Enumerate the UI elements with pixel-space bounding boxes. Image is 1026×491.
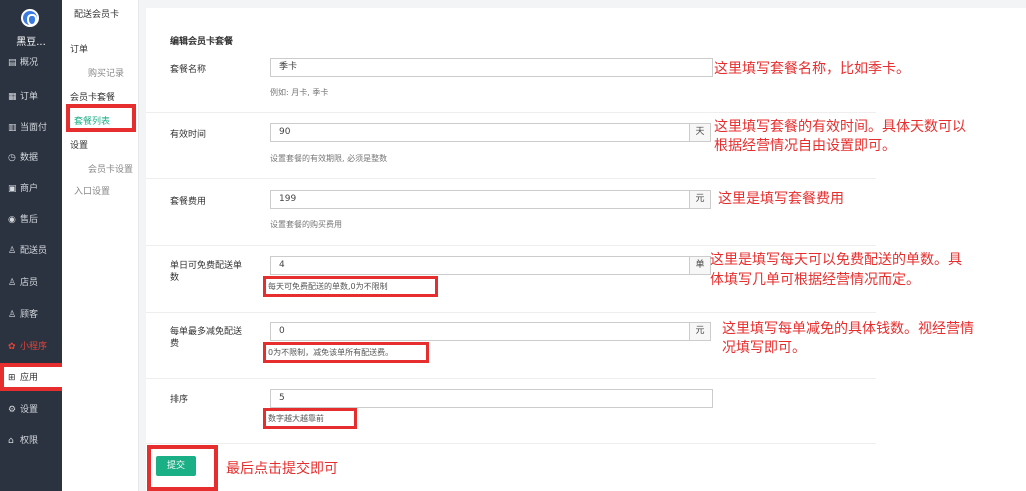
annotation-duration-2: 根据经营情况自由设置即可。 [714, 138, 896, 154]
fee-label: 套餐费用 [170, 197, 207, 207]
permission-icon: ⌂ [8, 436, 14, 446]
highlight-apps [0, 363, 67, 391]
divider [146, 112, 876, 113]
sub-link-card-settings[interactable]: 会员卡设置 [88, 162, 133, 175]
annotation-submit: 最后点击提交即可 [226, 461, 338, 477]
clerk-icon: ♙ [8, 278, 17, 288]
nav-item-customer[interactable]: ♙ 顾客 [0, 304, 62, 326]
courier-icon: ♙ [8, 246, 17, 256]
plan-name-hint: 例如: 月卡, 季卡 [270, 88, 329, 97]
data-icon: ◷ [8, 153, 16, 163]
divider [146, 312, 876, 313]
nav-item-permission[interactable]: ⌂ 权限 [0, 430, 62, 452]
max-discount-label: 每单最多减免配送费 [170, 327, 243, 349]
sort-input[interactable]: 5 [270, 389, 713, 408]
merchant-icon: ▣ [8, 184, 17, 194]
mini-program-icon: ✿ [8, 342, 16, 352]
nav-item-aftersale[interactable]: ◉ 售后 [0, 209, 62, 231]
max-discount-hint: 0为不限制，减免该单所有配送费。 [263, 342, 429, 363]
name-label: 套餐名称 [170, 65, 207, 75]
sub-link-entry-settings[interactable]: 入口设置 [74, 184, 110, 197]
highlight-submit [147, 445, 218, 491]
free-orders-input[interactable]: 4 [270, 256, 690, 275]
plan-name-input[interactable]: 季卡 [270, 58, 713, 77]
max-discount-input[interactable]: 0 [270, 322, 690, 341]
highlight-plan-list [66, 104, 136, 132]
duration-unit: 天 [689, 123, 711, 142]
brand-name: 黑豆... [16, 37, 46, 48]
fee-hint: 设置套餐的购买费用 [270, 220, 342, 229]
fee-input[interactable]: 199 [270, 190, 690, 209]
max-discount-unit: 元 [689, 322, 711, 341]
edit-plan-panel: 编辑会员卡套餐 套餐名称 季卡 例如: 月卡, 季卡 有效时间 90 天 设置套… [146, 8, 1026, 491]
duration-input[interactable]: 90 [270, 123, 690, 142]
annotation-free-1: 这里是填写每天可以免费配送的单数。具 [710, 252, 962, 268]
sub-nav: 配送会员卡 订单 购买记录 会员卡套餐 套餐列表 设置 会员卡设置 入口设置 [62, 0, 139, 491]
nav-item-orders[interactable]: ▦ 订单 [0, 86, 62, 108]
divider [146, 443, 876, 444]
fee-unit: 元 [689, 190, 711, 209]
face-pay-icon: ▥ [8, 123, 17, 133]
sort-hint: 数字越大越靠前 [263, 408, 357, 429]
annotation-fee: 这里是填写套餐费用 [718, 191, 844, 207]
free-orders-hint: 每天可免费配送的单数,0为不限制 [263, 276, 438, 297]
annotation-discount-1: 这里填写每单减免的具体钱数。视经营情 [722, 321, 974, 337]
nav-item-courier[interactable]: ♙ 配送员 [0, 240, 62, 262]
divider [146, 378, 876, 379]
annotation-discount-2: 况填写即可。 [722, 340, 806, 356]
annotation-free-2: 体填写几单可根据经营情况而定。 [710, 272, 920, 288]
main-nav: 黑豆... ▤ 概况 ▦ 订单 ▥ 当面付 ◷ 数据 ▣ 商户 ◉ 售后 ♙ 配送员 ♙ 店员 … [0, 0, 62, 491]
divider [146, 245, 876, 246]
settings-icon: ⚙ [8, 405, 17, 415]
free-orders-label: 单日可免费配送单数 [170, 261, 243, 283]
nav-item-settings[interactable]: ⚙ 设置 [0, 399, 62, 421]
duration-hint: 设置套餐的有效期限, 必须是整数 [270, 154, 388, 163]
nav-item-merchant[interactable]: ▣ 商户 [0, 178, 62, 200]
annotation-name: 这里填写套餐名称，比如季卡。 [714, 61, 910, 77]
nav-item-face-pay[interactable]: ▥ 当面付 [0, 117, 62, 139]
nav-item-clerk[interactable]: ♙ 店员 [0, 272, 62, 294]
divider [146, 178, 876, 179]
app-logo-icon[interactable] [21, 9, 39, 27]
free-orders-unit: 单 [689, 256, 711, 275]
sub-head-settings: 设置 [70, 141, 89, 151]
nav-item-data[interactable]: ◷ 数据 [0, 147, 62, 169]
nav-item-mini-program[interactable]: ✿ 小程序 [0, 336, 62, 358]
sub-nav-title: 配送会员卡 [74, 10, 120, 20]
sub-link-purchase-records[interactable]: 购买记录 [88, 66, 124, 79]
duration-label: 有效时间 [170, 130, 207, 140]
page-title: 编辑会员卡套餐 [170, 37, 234, 47]
annotation-duration-1: 这里填写套餐的有效时间。具体天数可以 [714, 119, 966, 135]
sort-label: 排序 [170, 395, 189, 405]
sub-head-orders: 订单 [70, 45, 89, 55]
nav-item-overview[interactable]: ▤ 概况 [0, 52, 62, 74]
order-icon: ▦ [8, 92, 17, 102]
aftersale-icon: ◉ [8, 215, 16, 225]
sub-head-card-plans: 会员卡套餐 [70, 93, 116, 103]
customer-icon: ♙ [8, 310, 17, 320]
overview-icon: ▤ [8, 58, 17, 68]
